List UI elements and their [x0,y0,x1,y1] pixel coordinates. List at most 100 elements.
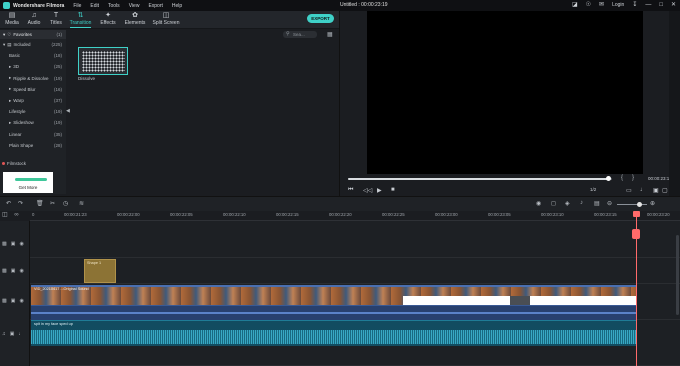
favorites-row[interactable]: ▾ ♡ Favorites (1) [0,30,66,39]
sidebar-item-speed-blur[interactable]: ▸ Speed Blur (16) [0,84,66,95]
add-track-icon[interactable]: ◫ [2,212,8,218]
cut-icon[interactable]: ✂ [50,200,55,207]
lock-icon[interactable]: ▣ [11,298,16,304]
lock-icon[interactable]: ▣ [11,241,16,247]
menu-export[interactable]: Export [148,3,162,9]
sidebar-item-filmstock[interactable]: Filmstock [2,161,26,166]
shape-overlay-clip[interactable]: Shape 1 [84,259,116,283]
render-icon[interactable]: ◉ [536,200,541,207]
stop-icon[interactable]: ■ [391,187,395,193]
sidebar-item-linear[interactable]: Linear (35) [0,129,66,140]
tab-elements[interactable]: ✿ Elements [124,12,146,26]
microphone-icon[interactable]: ♪ [580,200,583,206]
redo-icon[interactable]: ↷ [18,200,23,207]
zoom-out-icon[interactable]: ⊖ [607,200,612,207]
ruler-tick: 00:00:22:10 [223,212,246,217]
caret-down-icon: ▾ [3,41,6,47]
notification-icon[interactable]: ✉ [599,1,604,8]
preview-screen[interactable] [367,11,643,174]
tab-titles[interactable]: T Titles [48,12,64,26]
preview-panel: { } 00:00:23:19 ⏮ ◁◁ ▶ ■ 1/2 ▭ ♩ ▣ ▢ [339,11,672,200]
audio-track-icon: ♫ [2,331,6,337]
sidebar-item-ripple-dissolve[interactable]: ▸ Ripple & Dissolve (19) [0,73,66,84]
track-lane-3[interactable] [30,221,680,258]
eye-icon[interactable]: ◉ [19,268,23,274]
menu-tools[interactable]: Tools [108,3,120,9]
window-controls: ◪ ☉ ✉ Login ↧ — □ ✕ [572,1,676,9]
rewind-icon[interactable]: ◁◁ [363,187,372,194]
playhead-handle[interactable] [633,211,640,217]
sidebar-item-slideshow[interactable]: ▸ Slideshow (19) [0,117,66,128]
export-button[interactable]: EXPORT [307,14,334,23]
close-icon[interactable]: ✕ [671,1,676,8]
sidebar-item-basic[interactable]: Basic (18) [0,50,66,61]
ruler-tick: 00:00:22:00 [117,212,140,217]
download-icon[interactable]: ↧ [632,1,637,8]
grid-view-icon[interactable]: ▦ [327,31,333,38]
sidebar-item-included[interactable]: ▾ ▤ Included (225) [0,39,66,50]
ruler-tick: 00:00:23:05 [488,212,511,217]
caret-right-icon: ▸ [9,86,12,92]
play-icon[interactable]: ▶ [377,187,382,194]
playback-quality-select[interactable]: 1/2 [590,187,596,192]
marker-icon[interactable]: ◈ [565,200,570,207]
lock-icon[interactable]: ▣ [10,331,15,337]
timeline-scrollbar[interactable] [676,235,679,315]
mark-in-icon[interactable]: { [621,175,623,181]
tab-transition[interactable]: ⇅ Transition [69,12,92,26]
music-clip[interactable]: spit in my face sped up [31,320,636,346]
mark-out-icon[interactable]: } [632,175,634,181]
speaker-icon[interactable]: ♩ [18,331,23,337]
track-tools: ◫ ∞ [2,211,28,221]
step-back-icon[interactable]: ⏮ [348,187,353,194]
playhead-grip[interactable] [632,229,640,239]
volume-icon[interactable]: ♩ [640,187,646,193]
lock-icon[interactable]: ▣ [11,268,16,274]
sidebar-item-warp[interactable]: ▸ Warp (37) [0,95,66,106]
transition-icon: ⇅ [77,12,84,19]
transition-label: Dissolve [78,76,96,81]
sidebar-item-plain-shape[interactable]: Plain Shape (28) [0,140,66,151]
speed-icon[interactable]: ◷ [63,200,68,207]
timeline-ruler[interactable]: 0 00:00:21:23 00:00:22:00 00:00:22:05 00… [30,211,680,221]
get-more-banner[interactable]: Get More [3,172,53,193]
video-clip-audio[interactable] [31,305,636,320]
tab-effects[interactable]: ✦ Effects [99,12,117,26]
link-icon[interactable]: ∞ [14,212,18,218]
menu-help[interactable]: Help [172,3,182,9]
headset-icon[interactable]: ◪ [572,1,578,8]
preview-scrubber[interactable] [348,176,612,181]
audio-detach-icon[interactable]: ≋ [79,200,84,207]
voiceover-icon[interactable]: ▤ [594,200,600,207]
transition-thumbnail-dissolve[interactable] [78,47,128,75]
menu-view[interactable]: View [129,3,140,9]
search-input[interactable]: ⚲ Sea... [283,31,317,38]
timeline-zoom-slider[interactable] [617,204,647,205]
display-icon[interactable]: ▭ [626,187,632,194]
tab-media[interactable]: ▤ Media [4,12,20,26]
minimize-icon[interactable]: — [645,2,651,8]
sidebar-item-3d[interactable]: ▸ 3D (25) [0,61,66,72]
fullscreen-icon[interactable]: ▢ [662,187,668,194]
track-lane-2[interactable] [30,258,680,284]
shield-icon[interactable]: ◻ [551,200,556,207]
eye-icon[interactable]: ◉ [19,241,23,247]
login-button[interactable]: Login [612,2,624,8]
menu-edit[interactable]: Edit [90,3,99,9]
menu-file[interactable]: File [73,3,81,9]
tab-split-screen[interactable]: ◫ Split Screen [152,12,180,26]
delete-icon[interactable]: 🗑 [36,200,44,207]
sidebar-item-lifestyle[interactable]: Lifestyle (19) [0,106,66,117]
zoom-in-icon[interactable]: ⊕ [650,200,655,207]
ruler-tick: 00:00:23:20 [647,212,670,217]
tab-audio[interactable]: ♫ Audio [26,12,42,26]
snapshot-icon[interactable]: ▣ [653,187,659,194]
scrubber-handle[interactable] [606,176,612,181]
eye-icon[interactable]: ◉ [19,298,23,304]
undo-icon[interactable]: ↶ [6,200,11,207]
right-edge-strip [669,11,680,200]
heart-icon: ♡ [7,31,12,37]
zoom-slider-handle[interactable] [637,202,642,207]
lightbulb-icon[interactable]: ☉ [586,1,591,8]
maximize-icon[interactable]: □ [659,2,663,8]
